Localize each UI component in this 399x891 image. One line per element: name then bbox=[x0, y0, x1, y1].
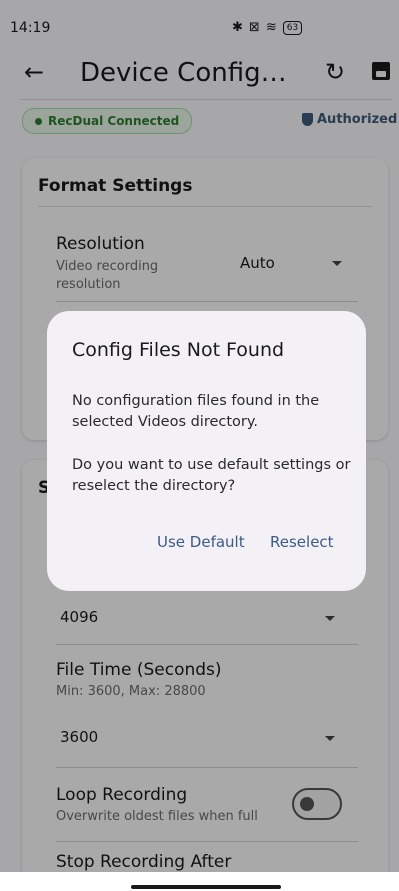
gesture-handle[interactable] bbox=[131, 885, 281, 889]
config-not-found-dialog: Config Files Not Found No configuration … bbox=[47, 311, 366, 591]
dialog-title: Config Files Not Found bbox=[72, 339, 285, 361]
use-default-button[interactable]: Use Default bbox=[157, 533, 245, 551]
dialog-message-2: Do you want to use default settings or r… bbox=[72, 457, 351, 494]
screen: 14:19 ✱ ⊠ ≋ 63 ← Device Configurat… ↻ Re… bbox=[0, 0, 399, 891]
dialog-message-1: No configuration files found in the sele… bbox=[72, 393, 320, 430]
reselect-button[interactable]: Reselect bbox=[270, 533, 334, 551]
